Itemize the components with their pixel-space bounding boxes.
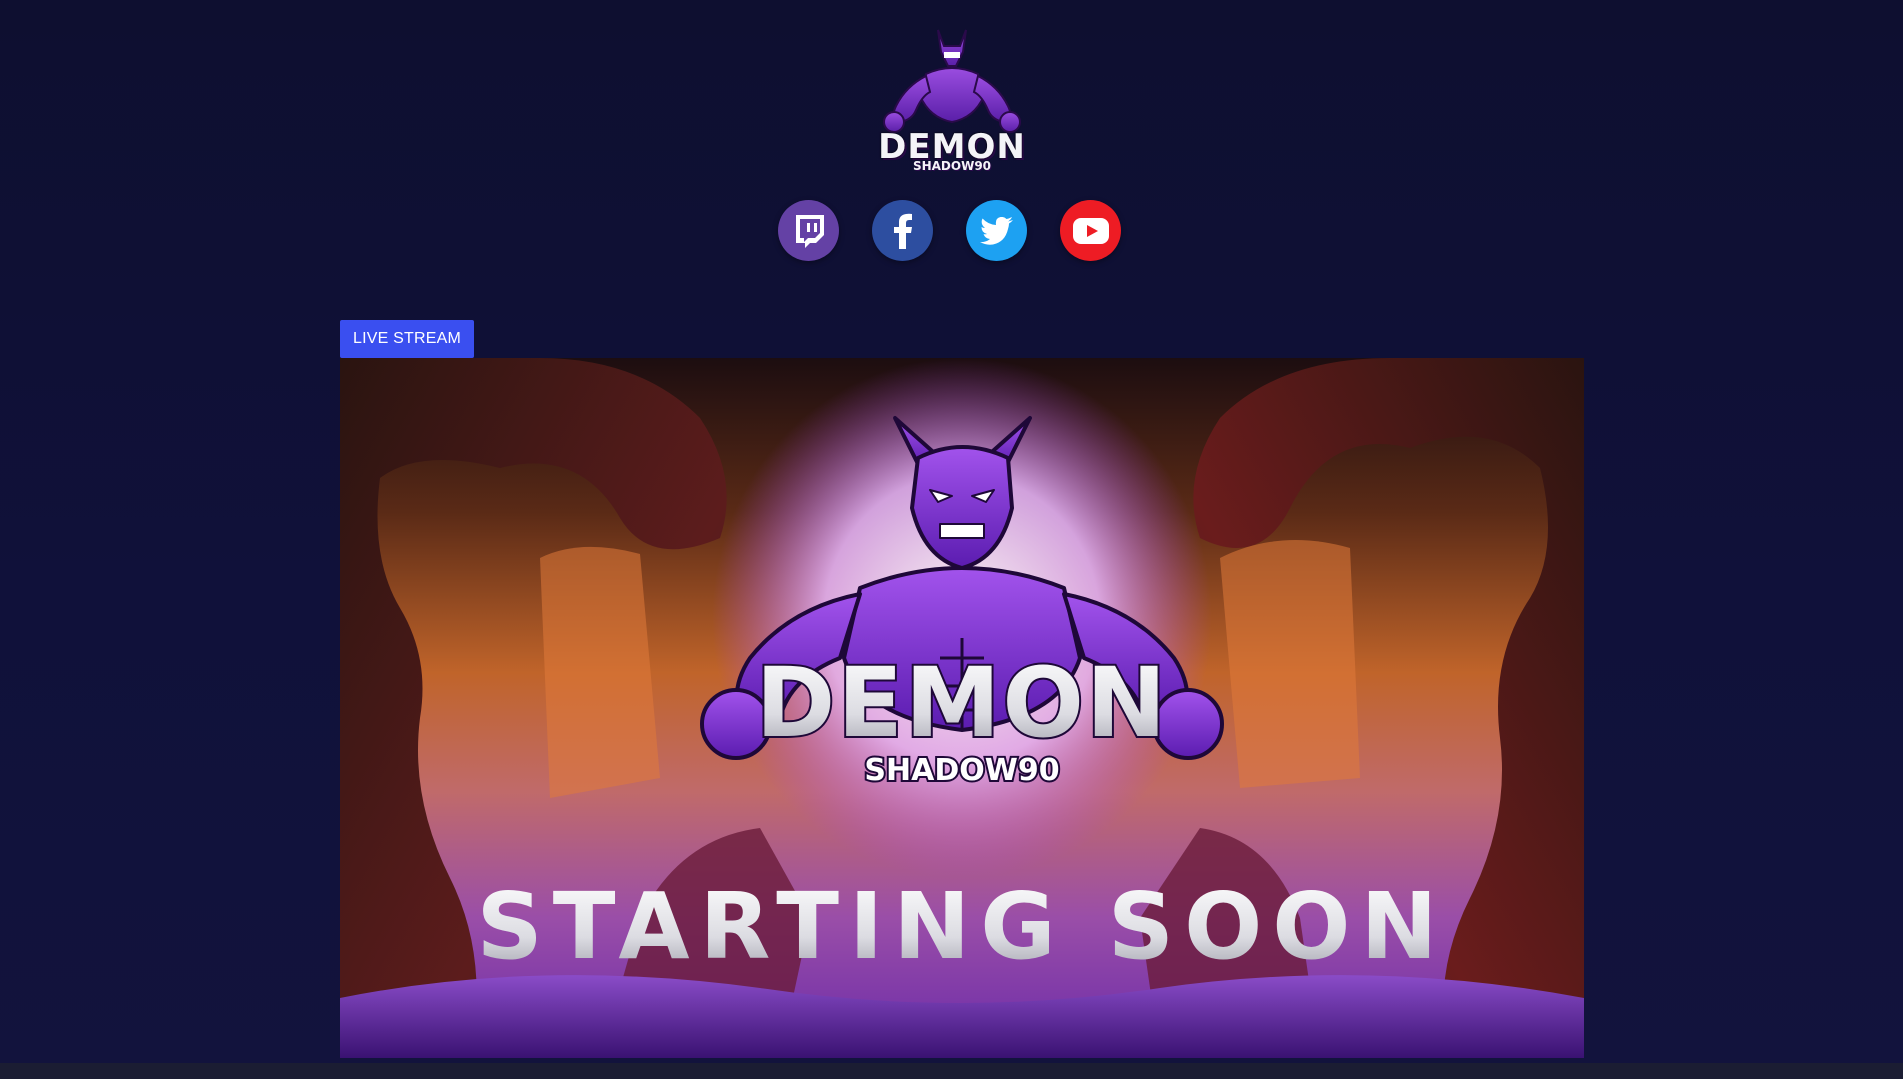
header-logo: DEMON SHADOW90 — [866, 22, 1038, 174]
twitter-icon — [979, 216, 1013, 245]
twitter-button[interactable] — [966, 200, 1027, 261]
twitch-icon — [795, 214, 824, 248]
stream-player[interactable]: DEMON SHADOW90 STARTING SOON — [340, 358, 1584, 1058]
social-links — [778, 200, 1124, 262]
bottom-strip — [0, 1063, 1903, 1079]
screen-logo-subtitle: SHADOW90 — [864, 753, 1059, 788]
youtube-button[interactable] — [1060, 200, 1121, 261]
live-stream-badge[interactable]: LIVE STREAM — [340, 320, 475, 358]
facebook-icon — [893, 213, 912, 249]
youtube-icon — [1072, 217, 1109, 244]
starting-soon-text: STARTING SOON — [477, 873, 1448, 980]
facebook-button[interactable] — [872, 200, 933, 261]
starting-soon-screen: DEMON SHADOW90 STARTING SOON — [340, 358, 1584, 1058]
screen-logo-title: DEMON — [756, 647, 1169, 759]
twitch-button[interactable] — [778, 200, 839, 261]
